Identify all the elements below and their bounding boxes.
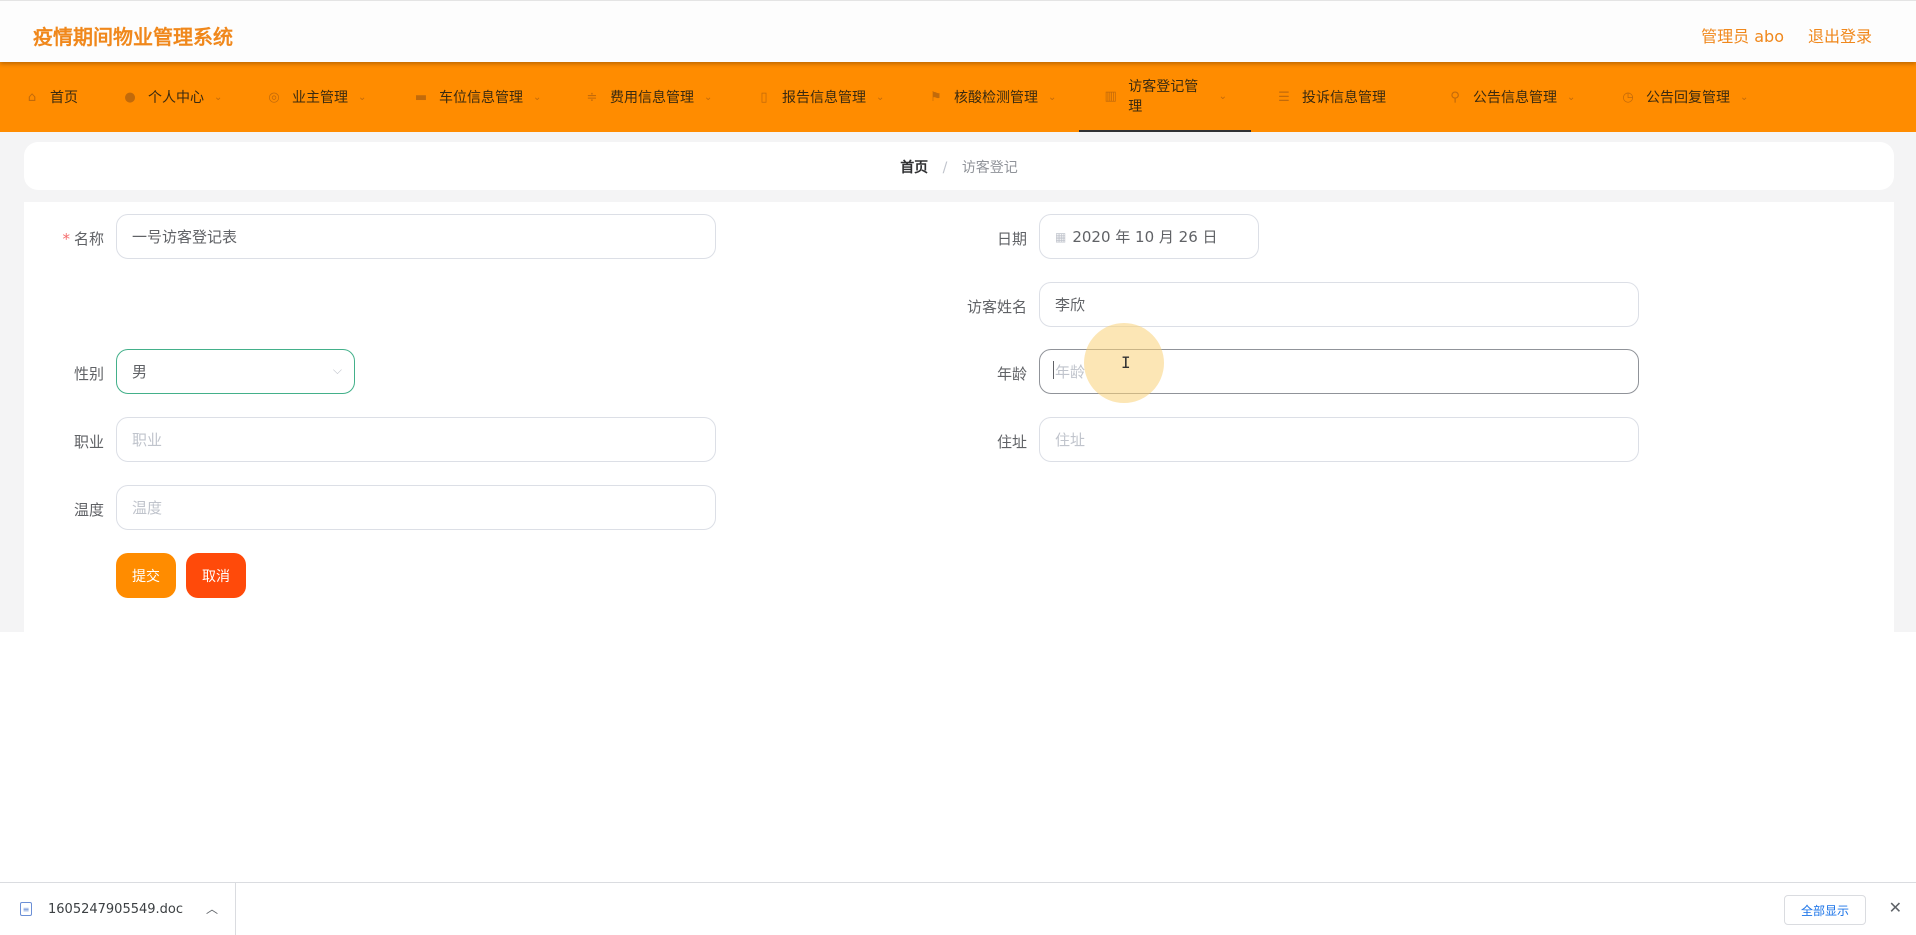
nav-item-announcements[interactable]: ⚲ 公告信息管理 ⌄ — [1447, 62, 1575, 132]
download-bar: ≡ 1605247905549.doc ︿ 全部显示 ✕ — [0, 882, 1916, 935]
nav-label: 业主管理 — [292, 90, 348, 106]
app-title: 疫情期间物业管理系统 — [33, 25, 233, 49]
cancel-button[interactable]: 取消 — [186, 553, 246, 598]
address-label: 住址 — [996, 433, 1027, 451]
nav-label: 费用信息管理 — [610, 90, 694, 106]
flag-icon: ⚑ — [930, 89, 942, 105]
nav-item-parking[interactable]: ▬ 车位信息管理 ⌄ — [413, 62, 542, 132]
ibeam-cursor-icon: I — [1121, 353, 1131, 372]
document-icon: ≡ — [20, 902, 32, 916]
nav-label: 投诉信息管理 — [1302, 90, 1386, 106]
sliders-icon: ≑ — [586, 89, 598, 105]
user-icon: ● — [124, 89, 136, 105]
download-file-name: 1605247905549.doc — [48, 901, 184, 917]
address-input[interactable]: 住址 — [1039, 417, 1639, 462]
nav-label: 车位信息管理 — [439, 90, 523, 106]
required-mark: * — [62, 230, 70, 248]
gender-label: 性别 — [73, 365, 104, 383]
occupation-label: 职业 — [73, 433, 104, 451]
date-value: 2020 年 10 月 26 日 — [1072, 228, 1218, 246]
gender-value: 男 — [132, 363, 148, 381]
nav-label: 报告信息管理 — [782, 90, 866, 106]
chevron-up-icon[interactable]: ︿ — [206, 900, 218, 917]
phone-icon: ▯ — [760, 89, 768, 105]
occupation-input[interactable]: 职业 — [116, 417, 716, 462]
download-item[interactable]: ≡ 1605247905549.doc ︿ — [0, 883, 236, 935]
calendar-icon: ▦ — [1055, 229, 1067, 244]
nav-label: 公告回复管理 — [1646, 90, 1730, 106]
temperature-label: 温度 — [73, 501, 104, 519]
age-placeholder: 年龄 — [1055, 363, 1086, 381]
chevron-down-icon: ⌄ — [358, 91, 367, 103]
chevron-down-icon: ⌵ — [332, 363, 342, 377]
occupation-placeholder: 职业 — [132, 431, 163, 449]
nav-label: 首页 — [50, 90, 78, 106]
chevron-down-icon: ⌄ — [214, 91, 223, 103]
chevron-down-icon: ⌄ — [876, 91, 885, 103]
temperature-input[interactable]: 温度 — [116, 485, 716, 530]
date-picker[interactable]: ▦ 2020 年 10 月 26 日 — [1039, 214, 1259, 259]
home-icon: ⌂ — [27, 89, 37, 105]
chevron-down-icon: ⌄ — [704, 91, 713, 103]
chart-icon: ▥ — [1104, 88, 1117, 104]
temperature-placeholder: 温度 — [132, 499, 163, 517]
date-label: 日期 — [996, 230, 1027, 248]
nav-label: 访客登记管理 — [1128, 79, 1199, 115]
mic-icon: ⚲ — [1450, 89, 1460, 105]
nav-item-owner[interactable]: ◎ 业主管理 ⌄ — [266, 62, 366, 132]
nav-item-nucleic-test[interactable]: ⚑ 核酸检测管理 ⌄ — [928, 62, 1056, 132]
chevron-down-icon: ⌄ — [533, 91, 542, 103]
text-caret — [1053, 361, 1054, 379]
nav-item-visitor[interactable]: ▥ 访客登记管理 ⌄ — [1079, 62, 1251, 132]
chevron-down-icon: ⌄ — [1740, 91, 1749, 103]
age-label: 年龄 — [996, 365, 1027, 383]
chat-icon: ▬ — [414, 89, 428, 105]
breadcrumb: 首页 / 访客登记 — [24, 157, 1894, 177]
breadcrumb-current: 访客登记 — [961, 160, 1018, 176]
nav-item-fees[interactable]: ≑ 费用信息管理 ⌄ — [584, 62, 713, 132]
visitor-name-input[interactable]: 李欣 — [1039, 282, 1639, 327]
main-nav: ⌂ 首页 ● 个人中心 ⌄ ◎ 业主管理 ⌄ ▬ 车位信息管理 ⌄ ≑ 费用信息… — [0, 62, 1916, 132]
name-input[interactable]: 一号访客登记表 — [116, 214, 716, 259]
visitor-name-value: 李欣 — [1055, 296, 1086, 314]
name-label: * 名称 — [14, 228, 104, 249]
submit-button[interactable]: 提交 — [116, 553, 176, 598]
header-actions: 管理员 abo 退出登录 — [1701, 23, 1872, 47]
gender-select[interactable]: 男 ⌵ — [116, 349, 355, 394]
nav-label: 公告信息管理 — [1473, 90, 1557, 106]
show-all-button[interactable]: 全部显示 — [1783, 895, 1866, 925]
nav-item-replies[interactable]: ◷ 公告回复管理 ⌄ — [1620, 62, 1748, 132]
close-icon[interactable]: ✕ — [1889, 898, 1902, 917]
address-placeholder: 住址 — [1055, 431, 1086, 449]
clock-icon: ◷ — [1622, 89, 1634, 105]
nav-item-profile[interactable]: ● 个人中心 ⌄ — [122, 62, 222, 132]
name-label-text: 名称 — [73, 230, 104, 248]
nav-label: 核酸检测管理 — [954, 90, 1038, 106]
chevron-down-icon: ⌄ — [1567, 91, 1576, 103]
user-label: 管理员 abo — [1701, 27, 1784, 46]
nav-label: 个人中心 — [148, 90, 204, 106]
breadcrumb-bar: 首页 / 访客登记 — [24, 142, 1894, 190]
top-header: 疫情期间物业管理系统 管理员 abo 退出登录 — [0, 0, 1916, 62]
logout-link[interactable]: 退出登录 — [1808, 23, 1872, 47]
nav-item-complaints[interactable]: ☰ 投诉信息管理 — [1276, 62, 1386, 132]
nav-item-reports[interactable]: ▯ 报告信息管理 ⌄ — [756, 62, 884, 132]
visitor-name-label: 访客姓名 — [966, 298, 1027, 316]
breadcrumb-separator: / — [942, 160, 948, 176]
owner-icon: ◎ — [268, 89, 280, 105]
chevron-down-icon: ⌄ — [1218, 90, 1227, 102]
list-icon: ☰ — [1278, 89, 1290, 105]
nav-item-home[interactable]: ⌂ 首页 — [24, 62, 78, 132]
chevron-down-icon: ⌄ — [1048, 91, 1057, 103]
breadcrumb-home[interactable]: 首页 — [900, 160, 928, 176]
name-value: 一号访客登记表 — [132, 228, 238, 246]
